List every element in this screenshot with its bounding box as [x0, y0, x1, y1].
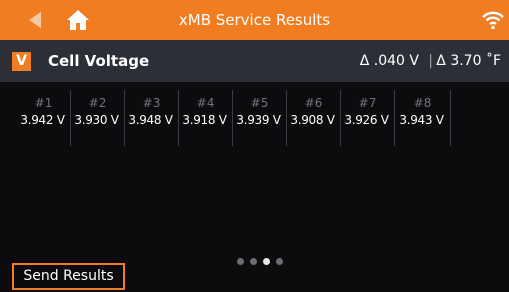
cell-label: #1: [34, 96, 53, 110]
page-dot[interactable]: [276, 258, 283, 265]
delta-separator: |: [428, 53, 433, 69]
cell-column: #1 3.942 V: [17, 90, 71, 146]
cell-label: #8: [413, 96, 432, 110]
page-dot[interactable]: [263, 258, 270, 265]
cell-column: #5 3.939 V: [233, 90, 287, 146]
cell-value: 3.908 V: [290, 113, 335, 127]
cell-value: 3.930 V: [74, 113, 119, 127]
delta-voltage: Δ .040 V: [359, 53, 419, 69]
section-header: V Cell Voltage Δ .040 V | Δ 3.70 ˚F: [0, 40, 509, 82]
screen: xMB Service Results V Cell Voltage Δ .04…: [0, 0, 509, 292]
cell-column: #7 3.926 V: [341, 90, 395, 146]
cell-label: #3: [142, 96, 161, 110]
cell-column: #6 3.908 V: [287, 90, 341, 146]
cell-voltage-grid: #1 3.942 V #2 3.930 V #3 3.948 V #4 3.91…: [17, 90, 451, 146]
cell-column: #4 3.918 V: [179, 90, 233, 146]
cell-value: 3.926 V: [344, 113, 389, 127]
delta-temperature: Δ 3.70 ˚F: [436, 53, 501, 69]
cell-value: 3.942 V: [20, 113, 65, 127]
cell-label: #5: [250, 96, 269, 110]
cell-column: #8 3.943 V: [395, 90, 451, 146]
cell-label: #6: [304, 96, 323, 110]
cell-value: 3.939 V: [236, 113, 281, 127]
cell-label: #4: [196, 96, 215, 110]
cell-column: #2 3.930 V: [71, 90, 125, 146]
cell-label: #7: [358, 96, 377, 110]
wifi-icon: [482, 11, 504, 30]
page-title: xMB Service Results: [178, 11, 331, 29]
cell-value: 3.918 V: [182, 113, 227, 127]
voltage-badge[interactable]: V: [12, 52, 31, 71]
cell-value: 3.948 V: [128, 113, 173, 127]
top-bar: xMB Service Results: [0, 0, 509, 40]
page-dot[interactable]: [250, 258, 257, 265]
page-indicator[interactable]: [237, 258, 283, 265]
page-dot[interactable]: [237, 258, 244, 265]
section-title: Cell Voltage: [48, 52, 150, 70]
cell-label: #2: [88, 96, 107, 110]
cell-value: 3.943 V: [399, 113, 444, 127]
cell-column: #3 3.948 V: [125, 90, 179, 146]
send-results-button[interactable]: Send Results: [12, 263, 125, 290]
